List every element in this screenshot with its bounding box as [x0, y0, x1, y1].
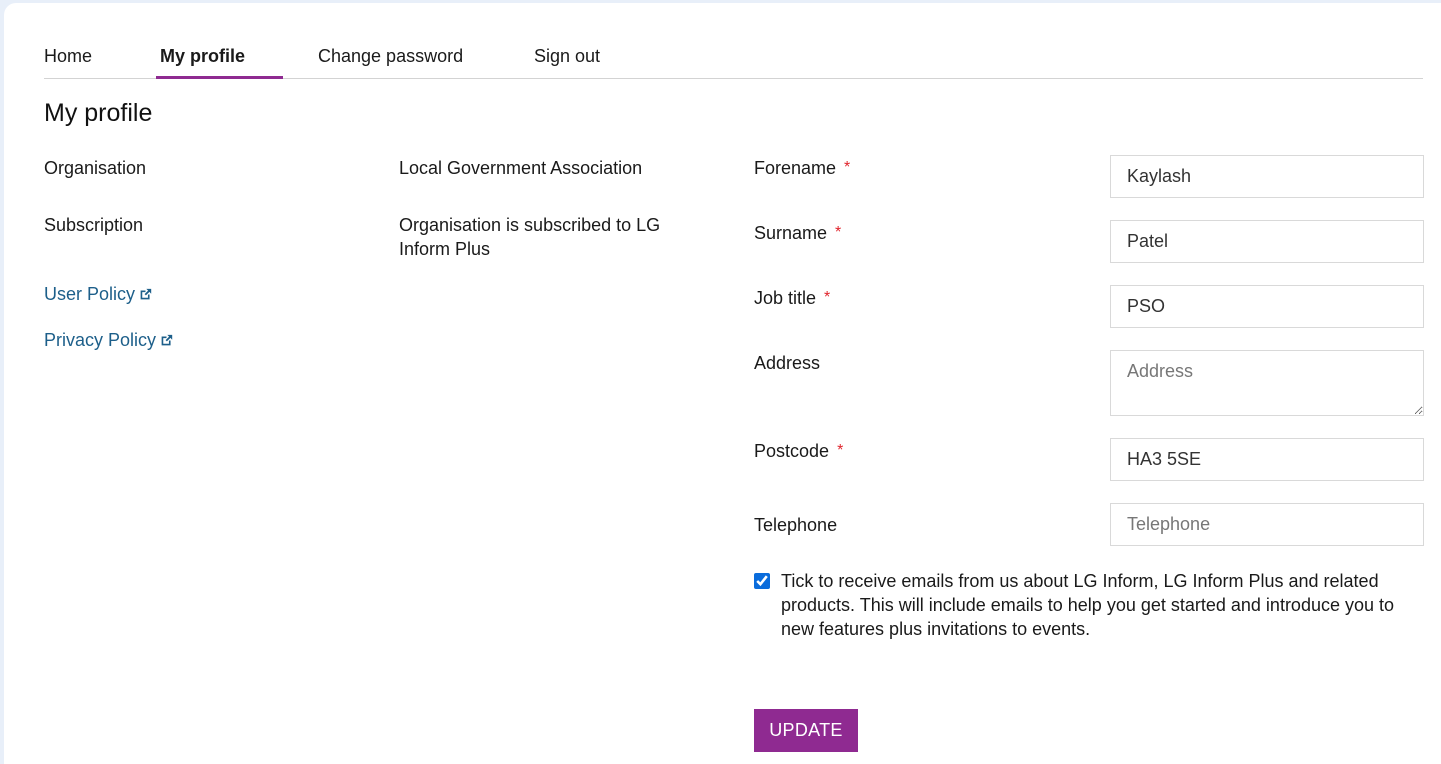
- external-link-icon: [140, 288, 152, 299]
- address-textarea[interactable]: [1110, 350, 1424, 416]
- privacy-policy-link[interactable]: Privacy Policy: [44, 328, 173, 352]
- surname-label-text: Surname: [754, 223, 828, 243]
- email-consent-text[interactable]: Tick to receive emails from us about LG …: [781, 569, 1424, 641]
- address-label-text: Address: [754, 353, 821, 373]
- postcode-input[interactable]: [1110, 438, 1424, 481]
- telephone-label: Telephone: [754, 513, 837, 537]
- privacy-policy-label: Privacy Policy: [44, 330, 157, 350]
- address-label: Address: [754, 351, 820, 375]
- forename-input[interactable]: [1110, 155, 1424, 198]
- required-marker: *: [844, 159, 851, 176]
- required-marker: *: [824, 289, 831, 306]
- organisation-value: Local Government Association: [399, 158, 643, 178]
- subscription-value: Organisation is subscribed to LG Inform …: [399, 215, 661, 259]
- telephone-input[interactable]: [1110, 503, 1424, 546]
- external-link-icon: [161, 334, 173, 345]
- forename-label: Forename *: [754, 156, 850, 180]
- postcode-label-text: Postcode: [754, 441, 830, 461]
- page-title: My profile: [44, 99, 153, 127]
- required-marker: *: [837, 442, 844, 459]
- forename-label-text: Forename: [754, 158, 837, 178]
- job-title-input[interactable]: [1110, 285, 1424, 328]
- job-title-label: Job title *: [754, 286, 830, 310]
- nav-home[interactable]: Home: [44, 43, 92, 78]
- user-policy-link[interactable]: User Policy: [44, 282, 152, 306]
- nav-sign-out[interactable]: Sign out: [534, 43, 600, 78]
- required-marker: *: [835, 224, 842, 241]
- organisation-label: Organisation: [44, 158, 147, 178]
- job-title-label-text: Job title: [754, 288, 817, 308]
- nav-my-profile[interactable]: My profile: [155, 43, 284, 79]
- email-consent: Tick to receive emails from us about LG …: [754, 569, 1424, 641]
- surname-label: Surname *: [754, 221, 841, 245]
- user-policy-label: User Policy: [44, 284, 136, 304]
- subscription-label: Subscription: [44, 215, 144, 235]
- nav-change-password[interactable]: Change password: [318, 43, 463, 78]
- top-nav: Home My profile Change password Sign out: [44, 43, 1423, 79]
- email-consent-checkbox[interactable]: [754, 573, 770, 589]
- surname-input[interactable]: [1110, 220, 1424, 263]
- update-button[interactable]: UPDATE: [754, 709, 858, 752]
- postcode-label: Postcode *: [754, 439, 843, 463]
- telephone-label-text: Telephone: [754, 515, 838, 535]
- page-container: Home My profile Change password Sign out…: [4, 3, 1441, 764]
